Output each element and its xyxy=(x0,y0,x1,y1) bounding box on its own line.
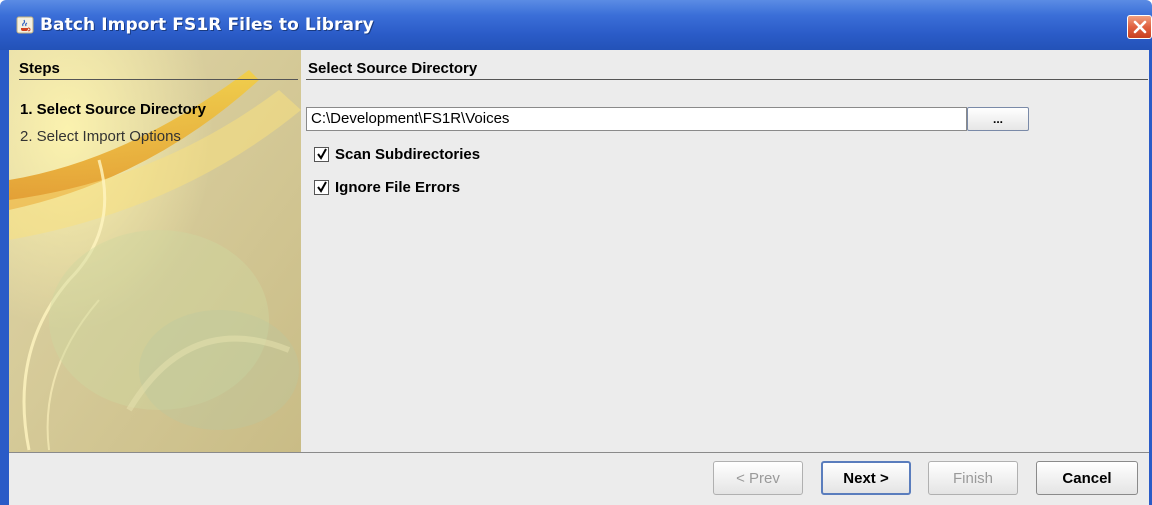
section-heading: Select Source Directory xyxy=(308,60,478,77)
ignore-file-errors-checkbox[interactable] xyxy=(314,179,329,195)
steps-heading: Steps xyxy=(19,60,60,77)
java-cup-icon xyxy=(15,16,35,34)
title-bar[interactable]: Batch Import FS1R Files to Library xyxy=(0,0,1152,50)
scan-subdirectories-checkbox[interactable] xyxy=(314,146,329,162)
source-directory-field[interactable]: C:\Development\FS1R\Voices xyxy=(306,107,967,131)
step-select-source-directory: 1. Select Source Directory xyxy=(20,101,206,118)
ignore-file-errors-option[interactable]: Ignore File Errors xyxy=(314,177,460,197)
next-button[interactable]: Next > xyxy=(821,461,911,495)
prev-button[interactable]: < Prev xyxy=(713,461,803,495)
checkmark-icon xyxy=(316,148,327,160)
close-icon xyxy=(1133,20,1146,34)
cancel-button[interactable]: Cancel xyxy=(1036,461,1138,495)
window-frame-left xyxy=(0,50,9,505)
step-select-import-options: 2. Select Import Options xyxy=(20,128,181,145)
steps-panel: Steps 1. Select Source Directory 2. Sele… xyxy=(9,50,301,452)
finish-button[interactable]: Finish xyxy=(928,461,1018,495)
scan-subdirectories-label: Scan Subdirectories xyxy=(335,145,481,163)
close-button[interactable] xyxy=(1127,15,1152,39)
button-bar: < Prev Next > Finish Cancel xyxy=(9,452,1149,505)
steps-divider xyxy=(19,79,298,80)
checkmark-icon xyxy=(316,181,327,193)
ignore-file-errors-label: Ignore File Errors xyxy=(335,178,461,196)
content-panel: Select Source Directory C:\Development\F… xyxy=(301,50,1149,452)
window-title: Batch Import FS1R Files to Library xyxy=(40,15,374,35)
scan-subdirectories-option[interactable]: Scan Subdirectories xyxy=(314,144,480,164)
section-divider xyxy=(306,79,1148,80)
browse-button[interactable]: ... xyxy=(967,107,1029,131)
